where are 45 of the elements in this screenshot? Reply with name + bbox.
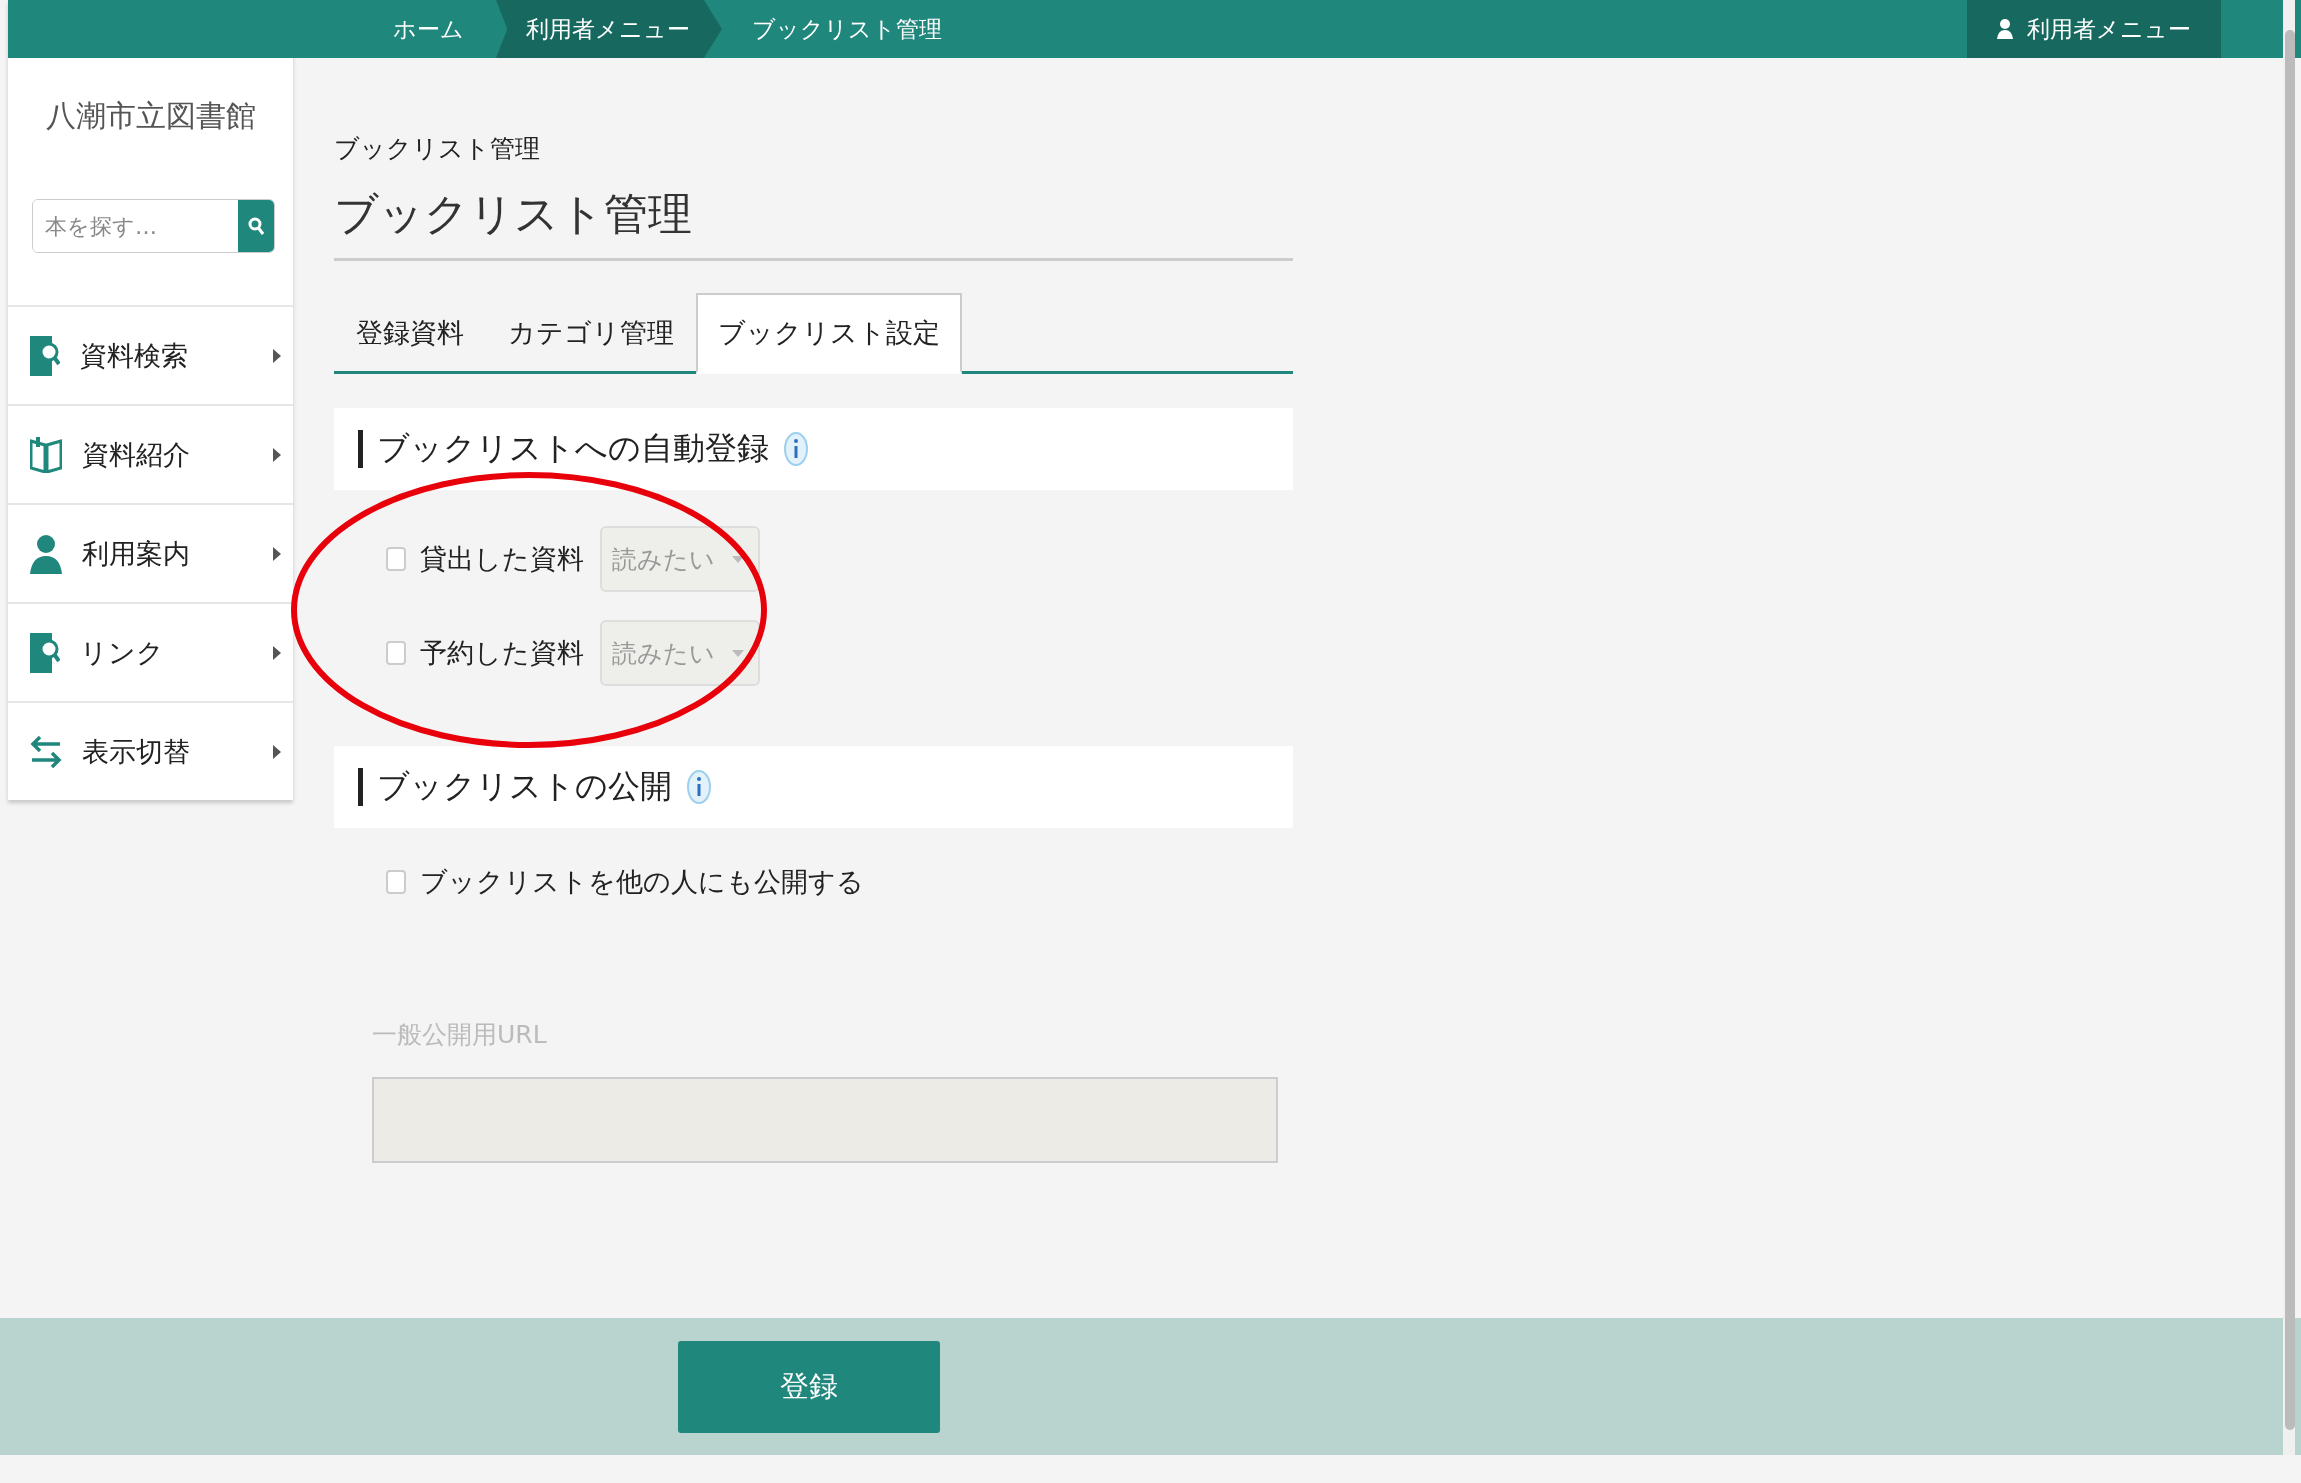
sidebar-menu-item[interactable]: 資料紹介 [8, 404, 293, 503]
checkbox-label: 予約した資料 [420, 636, 584, 670]
search-field[interactable]: 本を探す… [32, 199, 275, 253]
search-book-icon [30, 632, 60, 673]
checkbox-label: 貸出した資料 [420, 542, 584, 576]
page-breadcrumb-title: ブックリスト管理 [334, 133, 541, 165]
checkbox-label: ブックリストを他の人にも公開する [420, 865, 864, 899]
caret-right-icon [273, 645, 281, 660]
user-menu-button[interactable]: 利用者メニュー [1967, 0, 2221, 58]
sidebar-menu-item[interactable]: 資料検索 [8, 305, 293, 404]
dropdown-caret-icon [732, 555, 744, 563]
caret-right-icon [273, 447, 281, 462]
breadcrumb-link[interactable]: ホーム [363, 0, 496, 58]
dropdown-caret-icon [732, 649, 744, 657]
register-button[interactable]: 登録 [678, 1340, 940, 1433]
checkbox[interactable] [386, 870, 406, 894]
sidebar-menu-item[interactable]: 利用案内 [8, 503, 293, 602]
section-bar [358, 430, 363, 468]
checkbox[interactable] [386, 641, 406, 665]
checkbox[interactable] [386, 547, 406, 571]
caret-right-icon [273, 546, 281, 561]
sidebar-menu-item[interactable]: リンク [8, 602, 293, 701]
user-icon [1997, 19, 2013, 39]
person-icon [30, 533, 62, 574]
sidebar-menu-item[interactable]: 表示切替 [8, 701, 293, 800]
breadcrumb-link[interactable]: 利用者メニュー [496, 0, 722, 58]
section-title: ブックリストへの自動登録 [377, 428, 769, 469]
search-button[interactable] [238, 200, 274, 252]
tab[interactable]: 登録資料 [334, 293, 486, 374]
url-label: 一般公開用URL [372, 1019, 548, 1051]
breadcrumb-link[interactable]: ブックリスト管理 [722, 0, 974, 58]
search-book-icon [30, 335, 60, 376]
library-name: 八潮市立図書館 [44, 97, 257, 135]
caret-right-icon [273, 744, 281, 759]
open-book-icon [30, 436, 62, 473]
info-icon[interactable] [783, 431, 809, 467]
search-icon [248, 217, 264, 235]
caret-right-icon [273, 348, 281, 363]
section-bar [358, 768, 363, 806]
info-icon[interactable] [686, 769, 712, 805]
page-title: ブックリスト管理 [334, 185, 1293, 261]
swap-arrows-icon [30, 733, 62, 770]
tab[interactable]: カテゴリ管理 [486, 293, 696, 374]
section-title: ブックリストの公開 [377, 766, 672, 807]
tab[interactable]: ブックリスト設定 [696, 293, 962, 374]
